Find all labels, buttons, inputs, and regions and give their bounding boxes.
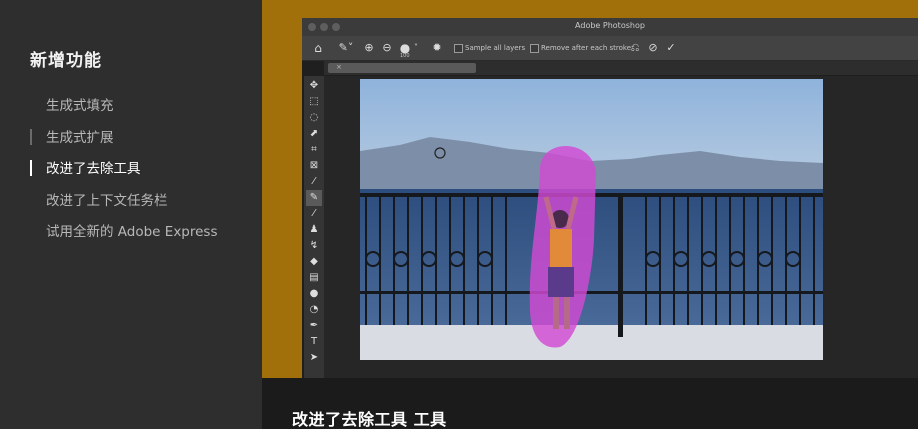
- crop-tool-icon[interactable]: ⌗: [306, 142, 322, 158]
- chevron-down-icon[interactable]: ˅: [412, 40, 420, 56]
- close-tab-icon[interactable]: ×: [336, 63, 342, 71]
- lasso-tool-icon[interactable]: ◌: [306, 110, 322, 126]
- menu-item-indicator: [30, 128, 32, 145]
- add-mode-icon[interactable]: ⊕: [362, 40, 376, 56]
- cancel-icon[interactable]: ⊘: [646, 40, 660, 56]
- eyedropper-tool-icon[interactable]: ⁄: [306, 174, 322, 190]
- gradient-tool-icon[interactable]: ▤: [306, 270, 322, 286]
- window-titlebar: Adobe Photoshop: [302, 18, 918, 36]
- menu-item-label: 生成式扩展: [46, 129, 114, 146]
- frame-tool-icon[interactable]: ⊠: [306, 158, 322, 174]
- brush-tool-icon[interactable]: ⁄: [306, 206, 322, 222]
- move-tool-icon[interactable]: ✥: [306, 78, 322, 94]
- remove-tool-preset-icon[interactable]: ✎˅: [336, 40, 356, 56]
- gear-icon[interactable]: ✹: [430, 40, 444, 56]
- feature-caption: 改进了去除工具 工具: [292, 410, 447, 429]
- feature-menu: 生成式填充 生成式扩展 改进了去除工具 改进了上下文任务栏 试用全新的 Adob…: [0, 96, 262, 254]
- menu-item-generative-expand[interactable]: 生成式扩展: [0, 128, 262, 160]
- path-select-tool-icon[interactable]: ➤: [306, 350, 322, 366]
- menu-item-indicator: [30, 192, 32, 208]
- dodge-tool-icon[interactable]: ◔: [306, 302, 322, 318]
- type-tool-icon[interactable]: T: [306, 334, 322, 350]
- remove-tool-icon[interactable]: ✎: [306, 190, 322, 206]
- menu-item-label: 生成式填充: [46, 98, 114, 114]
- document-tab[interactable]: ×: [328, 63, 476, 73]
- stamp-tool-icon[interactable]: ♟: [306, 222, 322, 238]
- commit-check-icon[interactable]: ✓: [664, 40, 678, 56]
- pen-tool-icon[interactable]: ✒: [306, 318, 322, 334]
- menu-item-indicator: [30, 160, 32, 176]
- menu-item-adobe-express[interactable]: 试用全新的 Adobe Express: [0, 222, 262, 254]
- home-icon[interactable]: ⌂: [310, 40, 326, 56]
- canvas-photo[interactable]: [360, 79, 823, 360]
- sample-all-layers-label: Sample all layers: [465, 44, 526, 52]
- tools-panel: ✥ ⬚ ◌ ⬈ ⌗ ⊠ ⁄ ✎ ⁄ ♟ ↯ ◆ ▤ ● ◔ ✒ T ➤: [304, 76, 324, 378]
- menu-item-remove-tool[interactable]: 改进了去除工具: [0, 159, 262, 191]
- eraser-tool-icon[interactable]: ◆: [306, 254, 322, 270]
- menu-item-contextual-taskbar[interactable]: 改进了上下文任务栏: [0, 191, 262, 223]
- menu-item-label: 改进了去除工具: [46, 161, 141, 177]
- panel-title: 新增功能: [30, 51, 102, 71]
- app-root: 新增功能 生成式填充 生成式扩展 改进了去除工具 改进了上下文任务栏 试用全新的…: [0, 0, 918, 429]
- subtract-mode-icon[interactable]: ⊖: [380, 40, 394, 56]
- menu-item-generative-fill[interactable]: 生成式填充: [0, 96, 262, 128]
- options-bar: ⌂ ✎˅ ⊕ ⊖ ● 100 ˅ ✹ Sample all layers Rem…: [302, 36, 918, 61]
- sample-all-layers-checkbox[interactable]: [454, 44, 463, 53]
- photo-image: [360, 79, 823, 360]
- window-title: Adobe Photoshop: [575, 21, 645, 30]
- remove-after-stroke-label: Remove after each stroke: [541, 44, 632, 52]
- whats-new-panel: 新增功能 生成式填充 生成式扩展 改进了去除工具 改进了上下文任务栏 试用全新的…: [0, 0, 262, 429]
- object-select-tool-icon[interactable]: ⬈: [306, 126, 322, 142]
- blur-tool-icon[interactable]: ●: [306, 286, 322, 302]
- remove-after-stroke-checkbox[interactable]: [530, 44, 539, 53]
- menu-item-label: 试用全新的 Adobe Express: [46, 224, 218, 240]
- menu-item-label: 改进了上下文任务栏: [46, 192, 168, 209]
- menu-item-indicator: [30, 223, 32, 239]
- feature-preview: Adobe Photoshop ⌂ ✎˅ ⊕ ⊖ ● 100 ˅ ✹ Sampl…: [262, 0, 918, 429]
- document-tabs: ×: [324, 61, 918, 75]
- undo-stroke-icon[interactable]: ⎌: [628, 40, 642, 56]
- marquee-tool-icon[interactable]: ⬚: [306, 94, 322, 110]
- menu-item-indicator: [30, 97, 32, 113]
- history-brush-tool-icon[interactable]: ↯: [306, 238, 322, 254]
